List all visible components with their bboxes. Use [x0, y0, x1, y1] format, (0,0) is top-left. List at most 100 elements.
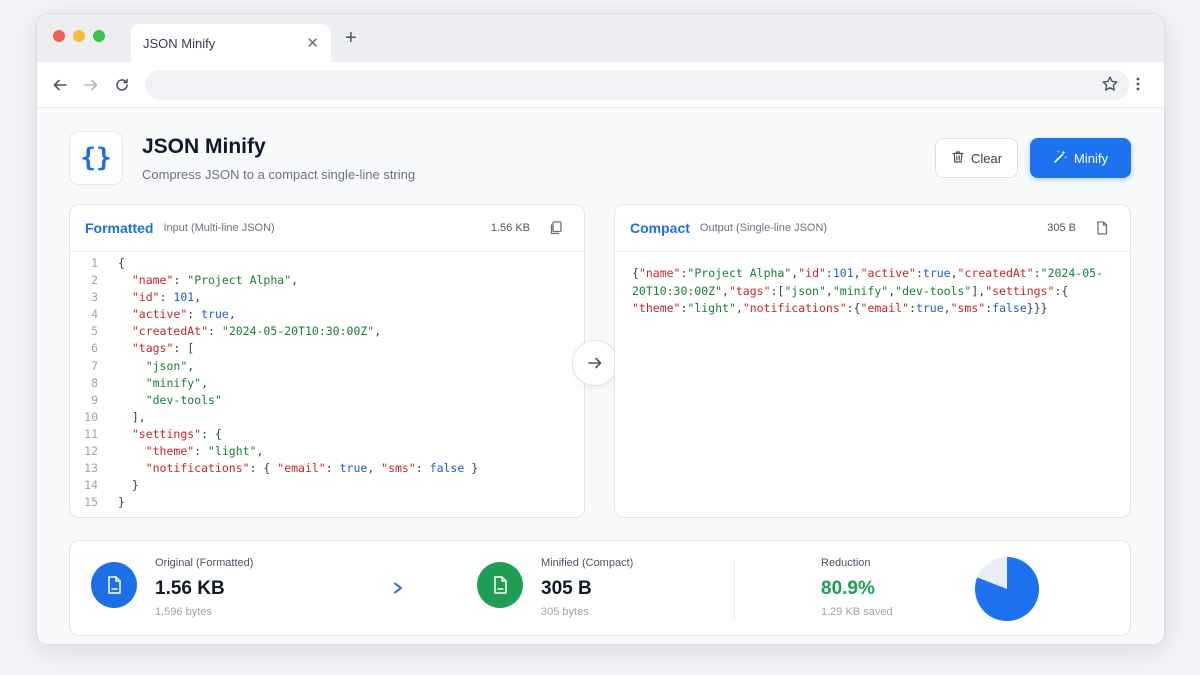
- line-number: 14: [84, 478, 98, 493]
- code-token: :{: [846, 301, 861, 315]
- code-line: 13 "notifications": { "email": true, "sm…: [70, 460, 584, 477]
- browser-tab[interactable]: JSON Minify ✕: [131, 24, 331, 62]
- code-token: "createdAt": [957, 266, 1034, 280]
- line-number: 1: [91, 256, 98, 270]
- code-token: "2024-05-: [1040, 266, 1103, 280]
- code-token: }: [464, 461, 479, 476]
- bookmark-star-icon[interactable]: [1101, 75, 1119, 98]
- clear-button[interactable]: Clear: [935, 138, 1018, 178]
- page-title: JSON Minify: [142, 135, 266, 158]
- minimize-window-button[interactable]: [73, 30, 85, 42]
- line-content: "dev-tools": [98, 392, 222, 409]
- line-content: "createdAt": "2024-05-20T10:30:00Z",: [98, 323, 381, 340]
- input-panel: Formatted Input (Multi-line JSON) 1.56 K…: [69, 204, 585, 518]
- original-size-value: 1.56 KB: [155, 578, 225, 599]
- tab-close-icon[interactable]: ✕: [306, 36, 319, 51]
- code-token: :{: [1054, 283, 1069, 298]
- code-token: "theme": [145, 444, 195, 459]
- output-panel: Compact Output (Single-line JSON) 305 B …: [614, 204, 1131, 518]
- code-token: ,: [825, 283, 833, 298]
- kebab-menu-icon[interactable]: [1135, 75, 1141, 98]
- forward-icon[interactable]: [81, 75, 101, 95]
- code-token: true: [915, 301, 944, 315]
- code-token: "sms": [950, 301, 986, 315]
- line-content: "theme": "light",: [98, 443, 264, 460]
- code-token: ,: [950, 266, 958, 280]
- arrow-right-icon: [588, 357, 602, 369]
- convert-arrow-button[interactable]: [572, 340, 618, 386]
- input-panel-description: Input (Multi-line JSON): [163, 222, 275, 234]
- code-token: }: [118, 478, 139, 493]
- output-code-view[interactable]: {"name":"Project Alpha","id":101,"active…: [615, 252, 1130, 318]
- address-bar[interactable]: [145, 70, 1129, 100]
- reduction-label: Reduction: [821, 557, 871, 569]
- code-token: ,: [367, 461, 382, 476]
- code-token: ,: [256, 444, 264, 459]
- copy-output-icon[interactable]: [1094, 220, 1110, 236]
- line-content: "notifications": { "email": true, "sms":…: [98, 460, 478, 477]
- code-token: "Project Alpha": [187, 273, 292, 288]
- line-content: "json",: [98, 358, 194, 375]
- line-number: 11: [84, 426, 98, 441]
- code-line: 15}: [70, 494, 584, 511]
- navigation-bar: [37, 62, 1164, 108]
- code-token: :: [915, 266, 923, 280]
- code-token: true: [922, 266, 951, 280]
- magic-wand-icon: [1053, 149, 1068, 167]
- code-line: 1{: [70, 255, 584, 272]
- code-token: "sms": [381, 461, 416, 476]
- code-token: :: [187, 307, 202, 322]
- code-token: true: [201, 307, 229, 322]
- input-panel-header: Formatted Input (Multi-line JSON) 1.56 K…: [70, 205, 584, 252]
- app-content: {} JSON Minify Compress JSON to a compac…: [37, 108, 1164, 644]
- copy-input-icon[interactable]: [548, 220, 564, 236]
- line-content: }: [98, 477, 139, 494]
- code-token: :: [325, 461, 340, 476]
- code-line: 12 "theme": "light",: [70, 443, 584, 460]
- code-token: "minify": [832, 283, 889, 298]
- code-token: "notifications": [742, 301, 847, 315]
- line-content: "minify",: [98, 375, 208, 392]
- code-token: 101: [832, 266, 854, 280]
- code-token: false: [429, 461, 465, 476]
- code-token: "name": [638, 266, 681, 280]
- code-token: ,: [943, 301, 951, 315]
- reduction-value: 80.9%: [821, 578, 875, 599]
- code-token: "active": [131, 307, 188, 322]
- reduction-pie-icon: [974, 557, 1039, 621]
- close-window-button[interactable]: [53, 30, 65, 42]
- code-token: ,: [722, 283, 729, 298]
- code-token: :[: [770, 283, 785, 298]
- code-token: ,: [228, 307, 236, 322]
- code-token: :: [825, 266, 833, 280]
- code-line: 5 "createdAt": "2024-05-20T10:30:00Z",: [70, 323, 584, 340]
- code-token: true: [339, 461, 368, 476]
- code-token: 20T10:30:00Z": [632, 283, 723, 298]
- line-number: 6: [91, 341, 98, 356]
- line-content: "active": true,: [98, 306, 236, 323]
- original-label: Original (Formatted): [155, 557, 254, 569]
- code-token: :: [194, 444, 209, 459]
- code-token: "id": [131, 290, 160, 305]
- output-size-label: 305 B: [1047, 222, 1076, 234]
- code-token: "name": [131, 273, 174, 288]
- input-code-editor[interactable]: 1{2 "name": "Project Alpha", 3 "id": 101,…: [70, 252, 584, 511]
- code-token: :: [159, 290, 174, 305]
- code-token: "settings": [131, 426, 202, 441]
- code-token: {: [118, 256, 125, 270]
- back-icon[interactable]: [50, 75, 70, 95]
- code-line: 11 "settings": {: [70, 426, 584, 443]
- code-token: ],: [971, 283, 986, 298]
- input-size-label: 1.56 KB: [490, 222, 530, 234]
- maximize-window-button[interactable]: [93, 30, 105, 42]
- reload-icon[interactable]: [112, 75, 132, 95]
- code-token: "theme": [632, 301, 681, 315]
- code-line: 3 "id": 101,: [70, 289, 584, 306]
- code-token: "id": [798, 266, 826, 280]
- minify-button[interactable]: Minify: [1030, 138, 1131, 178]
- stats-bar: Original (Formatted) 1.56 KB 1,596 bytes…: [69, 540, 1131, 636]
- new-tab-icon[interactable]: +: [345, 28, 357, 48]
- code-token: ,: [291, 273, 299, 288]
